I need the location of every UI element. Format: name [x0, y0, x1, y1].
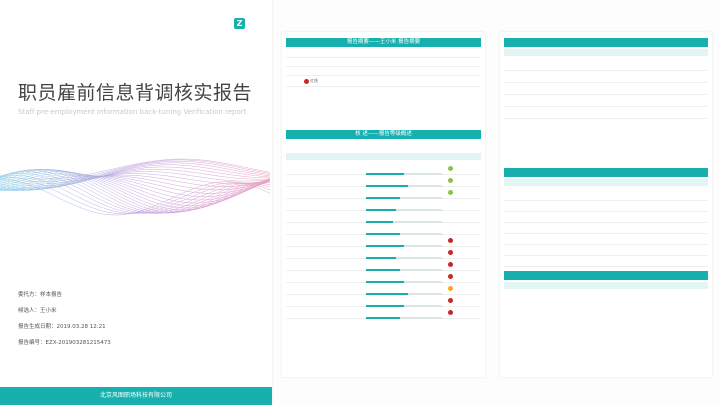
s4-col-1 [504, 179, 572, 186]
s4-col-2 [572, 179, 640, 186]
summary-level [445, 238, 481, 244]
summary-level [445, 274, 481, 280]
detail-row [504, 95, 708, 107]
summary-level [445, 166, 481, 172]
col-level [451, 153, 481, 160]
summary-level [445, 262, 481, 268]
redline-label: 红线 [310, 78, 318, 83]
decorative-waves-graphic [0, 158, 271, 216]
section4-column-headers [504, 179, 708, 186]
section4-header [504, 168, 708, 177]
detail-row [504, 245, 708, 256]
section5-column-headers [504, 282, 708, 289]
redline-row: 红线 [286, 76, 481, 87]
section5-header [504, 271, 708, 280]
detail-row [504, 212, 708, 223]
report-number-line: 报告编号：EZX-201903281215473 [18, 338, 111, 346]
summary-level [445, 178, 481, 184]
report-number-label: 报告编号： [18, 340, 46, 346]
date-value: 2019.03.28 12:21 [56, 324, 106, 330]
s4-col-3 [640, 179, 708, 186]
alert-shield-icon [447, 262, 453, 268]
alert-shield-icon [447, 250, 453, 256]
detail-row [504, 71, 708, 83]
client-value: 样本报告 [40, 292, 63, 298]
overview-header: 报告摘要——王小米 报告摘要 [286, 38, 481, 47]
summary-level [445, 286, 481, 292]
check-shield-icon [447, 190, 453, 196]
report-subtitle: Staff pre-employment information back-tu… [18, 108, 247, 116]
alert-shield-icon [447, 298, 453, 304]
s5-col-1 [504, 282, 554, 289]
alert-shield-icon [447, 274, 453, 280]
detail-row [504, 83, 708, 95]
summary-progress-track [366, 317, 442, 319]
cover-footer-company: 北京风图职场科技有限公司 [0, 387, 272, 405]
report-number-value: EZX-201903281215473 [45, 340, 111, 346]
section3-header [504, 38, 708, 47]
summary-column-headers [286, 153, 481, 160]
s5-col-2 [554, 282, 708, 289]
col-description [369, 153, 452, 160]
date-line: 报告生成日期：2019.03.28 12:21 [18, 322, 106, 330]
alert-shield-icon [447, 310, 453, 316]
date-label: 报告生成日期： [18, 324, 57, 330]
summary-page: 报告摘要——王小米 报告摘要 红线 核 述——报告等级概述 [282, 32, 485, 377]
detail-row [504, 59, 708, 71]
detail-row [504, 234, 708, 245]
check-shield-icon [447, 178, 453, 184]
client-line: 委托方：样本报告 [18, 290, 62, 298]
candidate-value: 王小米 [40, 308, 57, 314]
report-title: 职员雇前信息背调核实报告 [18, 82, 253, 104]
warning-shield-icon [447, 286, 453, 292]
logo-mark-icon: Z [234, 18, 245, 29]
cover-page: Z 职员雇前信息背调核实报告 Staff pre-employment info… [0, 0, 272, 405]
col-dimension [286, 153, 369, 160]
level-summary-header: 核 述——报告等级概述 [286, 130, 481, 139]
detail-row [504, 223, 708, 234]
summary-level [445, 190, 481, 196]
detail-row [504, 190, 708, 201]
candidate-line: 候选人：王小米 [18, 306, 57, 314]
summary-level [445, 310, 481, 316]
detail-row [504, 256, 708, 267]
check-shield-icon [447, 166, 453, 172]
red-status-icon [304, 78, 309, 84]
summary-progress-fill [366, 317, 401, 319]
section3-column-headers [504, 49, 708, 56]
client-label: 委托方： [18, 292, 41, 298]
candidate-label: 候选人： [18, 308, 41, 314]
summary-level [445, 250, 481, 256]
detail-row [504, 107, 708, 119]
s3-col-1 [504, 49, 572, 56]
alert-shield-icon [447, 238, 453, 244]
wave-line [0, 171, 271, 209]
company-logo: Z [234, 18, 248, 29]
overview-row [286, 66, 481, 76]
detail-page [500, 32, 712, 377]
s3-col-3 [640, 49, 708, 56]
summary-level [445, 298, 481, 304]
s3-col-2 [572, 49, 640, 56]
detail-row [504, 201, 708, 212]
